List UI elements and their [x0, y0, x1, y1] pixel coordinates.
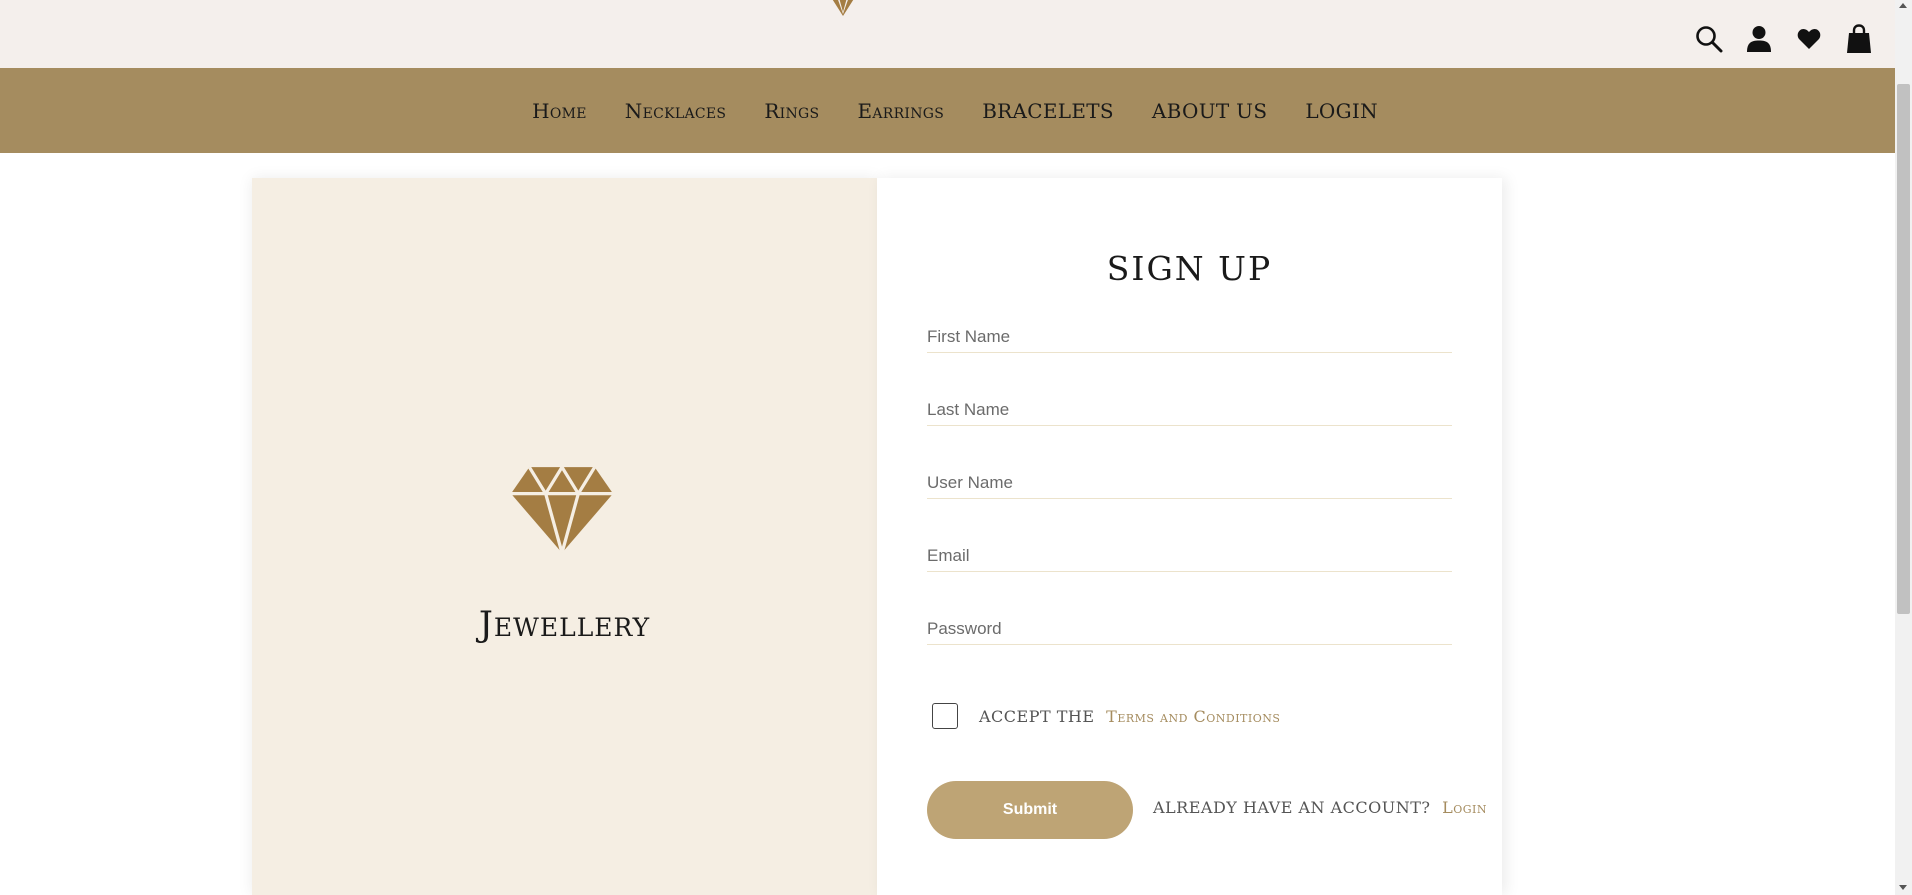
- user-icon[interactable]: [1745, 24, 1773, 54]
- form-title: SIGN UP: [1106, 249, 1273, 288]
- nav-item-home[interactable]: Home: [532, 99, 587, 123]
- scrollbar-thumb[interactable]: [1897, 84, 1910, 614]
- user-name-input[interactable]: [927, 463, 1452, 498]
- terms-link[interactable]: Terms and Conditions: [1106, 707, 1280, 726]
- header-icons: [1695, 24, 1873, 54]
- signup-panel: SIGN UP ACCEPT THE Terms and Conditions …: [877, 178, 1502, 895]
- heart-icon[interactable]: [1795, 24, 1823, 54]
- nav-menu: Home Necklaces Rings Earrings BRACELETS …: [517, 99, 1378, 123]
- nav-item-earrings[interactable]: Earrings: [857, 99, 944, 123]
- scroll-down-arrow-icon[interactable]: [1899, 885, 1907, 890]
- email-input[interactable]: [927, 536, 1452, 571]
- nav-item-necklaces[interactable]: Necklaces: [625, 99, 727, 123]
- terms-prefix: ACCEPT THE: [979, 706, 1095, 726]
- login-prompt: ALREADY HAVE AN ACCOUNT?: [1153, 798, 1431, 817]
- password-input[interactable]: [927, 609, 1452, 644]
- last-name-field: [927, 390, 1452, 426]
- password-field: [927, 609, 1452, 645]
- nav-item-login[interactable]: LOGIN: [1305, 99, 1378, 123]
- nav-item-bracelets[interactable]: BRACELETS: [982, 99, 1114, 123]
- nav-item-rings[interactable]: Rings: [764, 99, 819, 123]
- login-prompt-row: ALREADY HAVE AN ACCOUNT? Login: [1153, 798, 1487, 817]
- vertical-scrollbar[interactable]: [1895, 0, 1912, 895]
- email-field: [927, 536, 1452, 572]
- terms-label: ACCEPT THE Terms and Conditions: [979, 707, 1280, 726]
- search-icon[interactable]: [1695, 24, 1723, 54]
- nav-item-about-us[interactable]: ABOUT US: [1152, 99, 1267, 123]
- terms-checkbox[interactable]: [932, 703, 958, 729]
- scroll-up-arrow-icon[interactable]: [1899, 3, 1907, 8]
- shopping-bag-icon[interactable]: [1845, 24, 1873, 54]
- diamond-icon: [511, 467, 613, 553]
- login-link[interactable]: Login: [1442, 798, 1487, 817]
- top-header: [0, 0, 1895, 68]
- submit-button[interactable]: Submit: [927, 781, 1133, 839]
- brand-name: Jewellery: [478, 605, 651, 645]
- user-name-field: [927, 463, 1452, 499]
- last-name-input[interactable]: [927, 390, 1452, 425]
- diamond-icon[interactable]: [823, 0, 863, 16]
- main-nav: Home Necklaces Rings Earrings BRACELETS …: [0, 68, 1895, 153]
- first-name-input[interactable]: [927, 317, 1452, 352]
- terms-row: ACCEPT THE Terms and Conditions: [932, 703, 1280, 729]
- brand-panel: Jewellery: [252, 178, 877, 895]
- first-name-field: [927, 317, 1452, 353]
